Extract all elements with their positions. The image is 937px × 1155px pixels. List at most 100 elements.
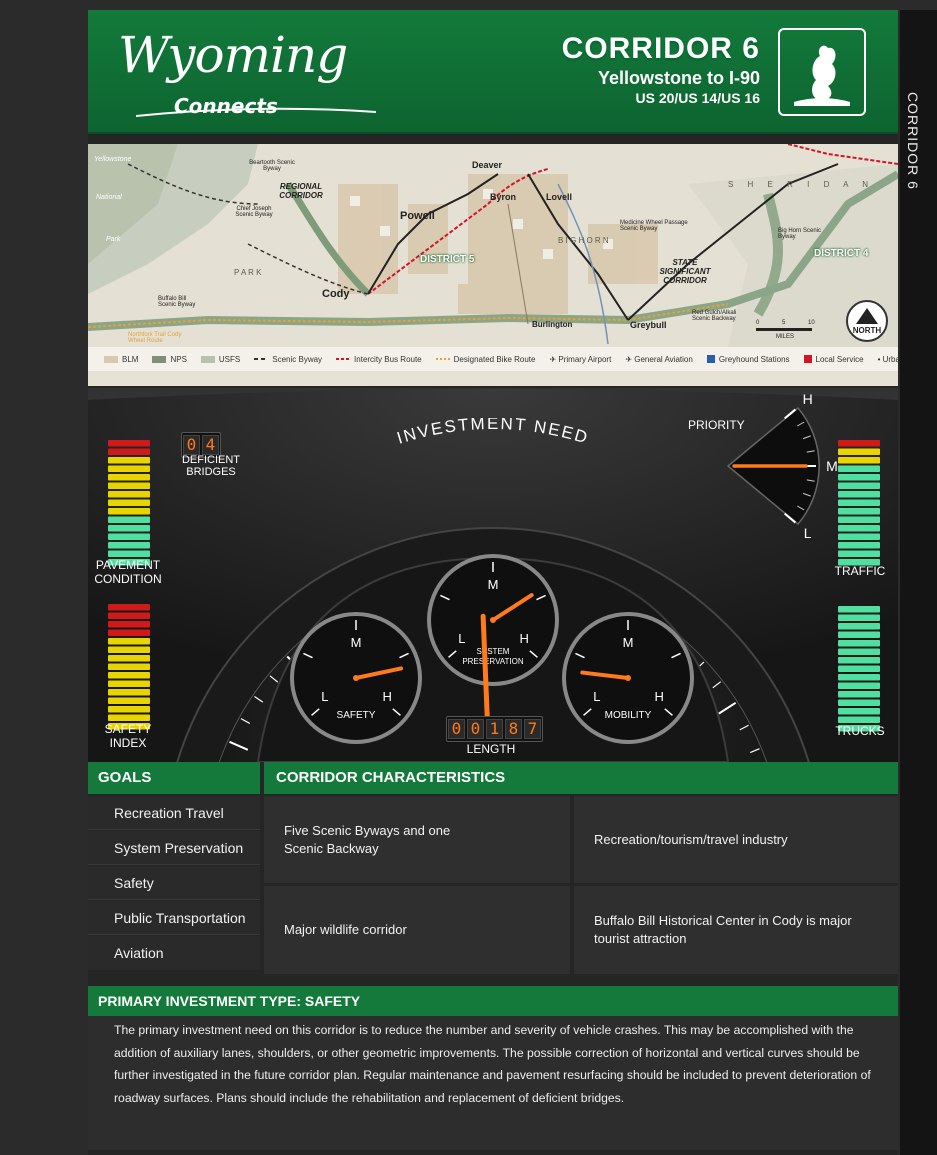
priority-level-label: M (826, 458, 838, 474)
traffic-bar-segment (838, 457, 880, 464)
north-arrow-icon: NORTH (846, 300, 888, 342)
map-label-northfork: Northfork Trail Cody Wheel Route (128, 332, 182, 344)
map-label-powell: Powell (400, 210, 435, 222)
scale-bar (756, 328, 812, 331)
characteristic-text: Major wildlife corridor (284, 922, 407, 937)
map-label-district-4: DISTRICT 4 (814, 248, 869, 259)
goal-item: Public Transportation (88, 901, 260, 935)
map-graphic (88, 144, 898, 347)
trucks-bar-segment (838, 665, 880, 672)
pavement-bar-segment (108, 482, 150, 489)
characteristic-text: Buffalo Bill Historical Center in Cody i… (594, 913, 852, 946)
map-label-yellowstone: Yellowstone (94, 156, 132, 163)
map-label-greybull: Greybull (630, 320, 667, 330)
trucks-bar-segment (838, 716, 880, 723)
gauge-level-label: M (351, 635, 362, 650)
traffic-bar-segment (838, 525, 880, 532)
gauge-level-label: L (593, 689, 600, 704)
route-list: US 20/US 14/US 16 (635, 90, 760, 106)
traffic-bar-segment (838, 491, 880, 498)
investment-dashboard: 0102030405060708090100 HML LMHSAFETYLMHS… (88, 388, 898, 762)
gauge-hub (625, 675, 631, 681)
safety-bar-segment (108, 697, 150, 704)
traffic-bar-segment (838, 516, 880, 523)
map-label-beartooth: Beartooth Scenic Byway (249, 160, 295, 172)
corridor-side-tab[interactable]: CORRIDOR 6 (900, 10, 937, 1155)
pavement-bar-segment (108, 440, 150, 447)
trucks-bar-segment (838, 657, 880, 664)
investment-type-heading: PRIMARY INVESTMENT TYPE: SAFETY (88, 986, 898, 1016)
page-subtitle: Yellowstone to I-90 (597, 68, 760, 88)
gauge-title: SYSTEM (477, 647, 510, 656)
title-block: CORRIDOR 6 Yellowstone to I-90 US 20/US … (562, 32, 760, 106)
map-label-sheridan-county: S H E R I D A N (728, 180, 875, 189)
map-legend: BLM NPS USFS Scenic Byway Intercity Bus … (88, 347, 898, 371)
map-label-big-horn-byway: Big Horn Scenic Byway (778, 228, 822, 240)
characteristic-text: Five Scenic Byways and one Scenic Backwa… (284, 822, 451, 856)
page-header: Wyoming Connects CORRIDOR 6 Yellowstone … (88, 10, 898, 134)
corridor-page: Wyoming Connects CORRIDOR 6 Yellowstone … (88, 10, 898, 1155)
traffic-bar-segment (838, 448, 880, 455)
characteristic-cell: Buffalo Bill Historical Center in Cody i… (574, 886, 898, 974)
legend-nps: NPS (152, 355, 187, 364)
legend-scenic-byway: Scenic Byway (254, 355, 322, 364)
legend-local-service: Local Service (803, 355, 864, 364)
traffic-bar-segment (838, 440, 880, 447)
deficient-bridges-label: DEFICIENT BRIDGES (181, 454, 241, 478)
trucks-bar-segment (838, 674, 880, 681)
safety-bar-segment (108, 604, 150, 611)
gauge-level-label: M (488, 577, 499, 592)
scale-5: 5 (782, 320, 786, 326)
trucks-bar-segment (838, 708, 880, 715)
length-digit: 0 (448, 719, 465, 739)
length-digit: 0 (467, 719, 484, 739)
map-label-park: Park (106, 236, 121, 243)
map-label-burlington: Burlington (532, 320, 573, 329)
map-scale: 0 5 10 MILES (756, 318, 820, 344)
characteristic-cell: Major wildlife corridor (264, 886, 570, 974)
legend-intercity-bus: Intercity Bus Route (336, 355, 422, 364)
small-plane-icon: ✈ (625, 354, 635, 364)
map-label-big-horn-county: B I G H O R N (558, 236, 609, 245)
pavement-bar-segment (108, 457, 150, 464)
safety-bar-segment (108, 672, 150, 679)
gauge-level-label: L (458, 631, 465, 646)
legend-primary-airport: ✈ Primary Airport (549, 354, 612, 364)
pavement-bar-segment (108, 542, 150, 549)
safety-bar-segment (108, 621, 150, 628)
length-digit: 8 (505, 719, 522, 739)
safety-bar-segment (108, 612, 150, 619)
gauge-hub (490, 617, 496, 623)
old-faithful-geyser-icon (778, 28, 866, 116)
safety-bar-segment (108, 663, 150, 670)
length-counter: 00187 (446, 716, 543, 742)
traffic-bar-segment (838, 474, 880, 481)
safety-bar-segment (108, 629, 150, 636)
length-digit: 7 (524, 719, 541, 739)
legend-urban-area: • Urban Area (877, 354, 898, 364)
gauge-level-label: H (519, 631, 528, 646)
length-label: LENGTH (466, 742, 516, 756)
investment-need-label: INVESTMENT NEED (388, 418, 598, 448)
legend-bike-route: Designated Bike Route (435, 355, 535, 364)
goal-item: Aviation (88, 936, 260, 970)
pavement-bar-segment (108, 508, 150, 515)
map-label-chief-joseph: Chief Joseph Scenic Byway (235, 206, 273, 218)
length-digit: 1 (486, 719, 503, 739)
traffic-label: TRAFFIC (834, 564, 886, 578)
safety-bar-segment (108, 655, 150, 662)
gauge-level-label: H (654, 689, 663, 704)
map-label-national: National (96, 194, 122, 201)
characteristic-cell: Five Scenic Byways and one Scenic Backwa… (264, 796, 570, 883)
legend-greyhound: Greyhound Stations (706, 355, 790, 364)
safety-bar-segment (108, 714, 150, 721)
trucks-bar-segment (838, 614, 880, 621)
traffic-bar-segment (838, 465, 880, 472)
safety-bar-segment (108, 646, 150, 653)
corridor-map: Yellowstone National Park Beartooth Scen… (88, 144, 898, 386)
traffic-bar-segment (838, 499, 880, 506)
pavement-bar-segment (108, 533, 150, 540)
traffic-bar-segment (838, 550, 880, 557)
priority-level-label: L (804, 525, 812, 541)
map-label-red-gulch: Red Gulch/Alkali Scenic Backway (692, 310, 737, 322)
